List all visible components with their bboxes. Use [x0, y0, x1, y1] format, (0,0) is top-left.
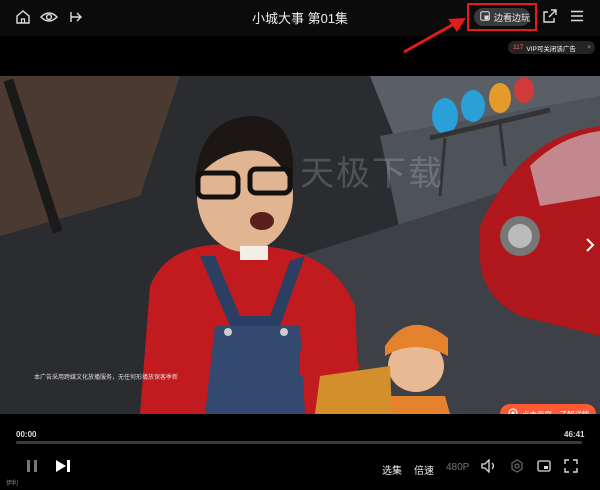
ad-countdown: 117: [513, 44, 524, 51]
watermark: 天极下载: [300, 156, 444, 193]
menu-icon[interactable]: [568, 7, 586, 25]
vip-close-text: VIP可关闭该广告: [526, 45, 576, 53]
scene-illustration: [0, 76, 600, 414]
video-frame[interactable]: [0, 76, 600, 414]
settings-icon[interactable]: [509, 458, 525, 474]
volume-icon[interactable]: [480, 458, 498, 474]
pause-icon[interactable]: [24, 458, 40, 474]
total-time: 46:41: [564, 430, 585, 439]
chevron-right-icon[interactable]: [583, 236, 597, 254]
corner-label: 伊利: [6, 481, 19, 487]
highlight-box: [467, 3, 537, 31]
picture-in-picture-icon[interactable]: [536, 458, 552, 474]
vip-close-ad[interactable]: 117 VIP可关闭该广告 ×: [508, 41, 595, 54]
current-time: 00:00: [16, 430, 37, 439]
control-bar: [0, 414, 600, 490]
episodes-button[interactable]: 选集: [382, 462, 402, 477]
annotation-arrow-icon: [400, 14, 470, 56]
speed-button[interactable]: 倍速: [414, 462, 434, 477]
share-icon[interactable]: [541, 7, 559, 25]
progress-bar[interactable]: [16, 441, 582, 444]
next-episode-icon[interactable]: [54, 458, 72, 474]
ad-disclaimer: 本广告采用跨媒文化放播服务，无任何形播放保客季新: [34, 375, 179, 381]
close-icon[interactable]: ×: [587, 44, 591, 51]
fullscreen-icon[interactable]: [563, 458, 579, 474]
quality-button[interactable]: 480P: [446, 462, 469, 473]
